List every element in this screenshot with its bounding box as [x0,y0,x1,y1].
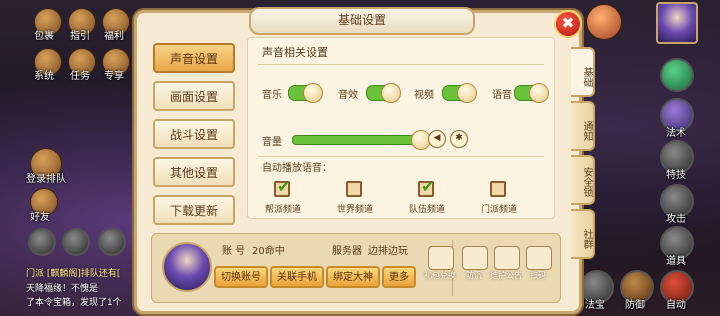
effects-toggle[interactable] [366,83,401,103]
tab-notify[interactable]: 通知 [571,101,595,151]
team-channel-checkbox[interactable]: ✔ [418,177,434,197]
panel-title: 基础设置 [249,7,475,35]
settings-menu: 声音设置 画面设置 战斗设置 其他设置 下载更新 [153,43,237,233]
team-channel-label: 队伍频道 [408,205,445,215]
spell-label: 法术 [666,128,686,139]
guild-channel-checkbox[interactable]: ✔ [274,177,290,197]
world-channel-label: 世界频道 [336,205,373,215]
tab-security-lock[interactable]: 安全锁 [571,155,595,205]
auto-voice-label: 自动播放语音： [262,163,332,174]
tab-basic[interactable]: 基础 [571,47,595,97]
team-queue-label: 登录排队 [26,174,66,185]
volume-label: 音量 [262,137,282,148]
mic-icon[interactable] [62,228,90,256]
account-section: 账 号 20命中 服务器 边排边玩 切换账号 关联手机 绑定大神 更多 礼包兑换… [151,233,561,303]
section-title: 声音相关设置 [262,46,328,59]
more-button[interactable]: 更多 [382,266,416,288]
scan-label: 扫码 [530,271,546,280]
guild-channel-label: 帮派频道 [264,205,301,215]
attack-label: 攻击 [666,214,686,225]
toggle-knob [303,83,323,103]
speaker-icon[interactable]: ◀ [428,130,446,148]
chat-line: 门派 [麒麟阁]排队还有[ [26,269,121,279]
sect-channel-checkbox[interactable] [490,181,506,197]
check-mark-icon: ✔ [421,177,435,196]
round-skill-icon[interactable] [660,58,694,92]
sound-settings-content: 声音相关设置 音乐 音效 视频 语音 音量 ◀ ✱ 自动播放语音： ✔ 帮派频道… [247,37,555,219]
effects-label: 音效 [338,90,358,101]
sect-channel-label: 门派频道 [480,205,517,215]
hud-bag-label: 包裹 [34,31,54,42]
item-label: 道具 [666,256,686,267]
divider [258,64,544,65]
bind-dashen-button[interactable]: 绑定大神 [326,266,380,288]
divider [258,156,544,157]
player-avatar[interactable] [656,2,698,44]
special-skill-label: 特技 [666,170,686,181]
volume-slider[interactable] [292,130,431,150]
menu-other-settings[interactable]: 其他设置 [153,157,235,187]
settings-panel: 基础设置 声音设置 画面设置 战斗设置 其他设置 下载更新 声音相关设置 音乐 … [134,7,595,314]
music-label: 音乐 [262,90,282,101]
friends-label: 好友 [30,212,50,223]
gear-icon[interactable]: ✱ [450,130,468,148]
hud-vip-label: 专享 [104,71,124,82]
link-phone-button[interactable]: 关联手机 [270,266,324,288]
hud-task-label: 任务 [70,71,90,82]
toggle-knob [457,83,477,103]
mic-world-icon[interactable] [98,228,126,256]
defend-label: 防御 [625,300,645,311]
switch-account-button[interactable]: 切换账号 [214,266,268,288]
tab-community[interactable]: 社群 [571,209,595,259]
hud-gift-label: 福利 [104,31,124,42]
chat-line: 天降福缘！不愧是 [26,284,99,294]
menu-battle-settings[interactable]: 战斗设置 [153,119,235,149]
chat-bubble-icon[interactable] [28,228,56,256]
menu-sound-settings[interactable]: 声音设置 [153,43,235,73]
voice-label: 语音 [492,90,512,101]
menu-download-update[interactable]: 下载更新 [153,195,235,225]
hud-guide-label: 指引 [70,31,90,42]
voice-toggle[interactable] [514,83,549,103]
account-value: 20命中 [252,246,285,257]
auto-label: 自动 [666,300,686,311]
chat-line: 了本令宝箱，发现了1个 [26,298,122,308]
toggle-knob [381,83,401,103]
notice-icon[interactable] [494,246,520,270]
right-tabs: 基础 通知 安全锁 社群 [571,47,597,263]
world-channel-checkbox[interactable] [346,181,362,197]
avatar [162,242,212,292]
check-mark-icon: ✔ [277,177,291,196]
menu-display-settings[interactable]: 画面设置 [153,81,235,111]
music-toggle[interactable] [288,83,323,103]
lock-icon[interactable] [462,246,488,270]
account-label: 账 号 [222,246,246,257]
server-label: 服务器 [332,246,362,257]
video-label: 视频 [414,90,434,101]
close-button[interactable]: ✖ [554,10,582,38]
gift-code-icon[interactable] [428,246,454,270]
pet-avatar[interactable] [586,4,622,40]
toggle-knob [529,83,549,103]
video-toggle[interactable] [442,83,477,103]
hud-system-label: 系统 [34,71,54,82]
server-value: 边排边玩 [368,246,408,257]
scan-icon[interactable] [526,246,552,270]
